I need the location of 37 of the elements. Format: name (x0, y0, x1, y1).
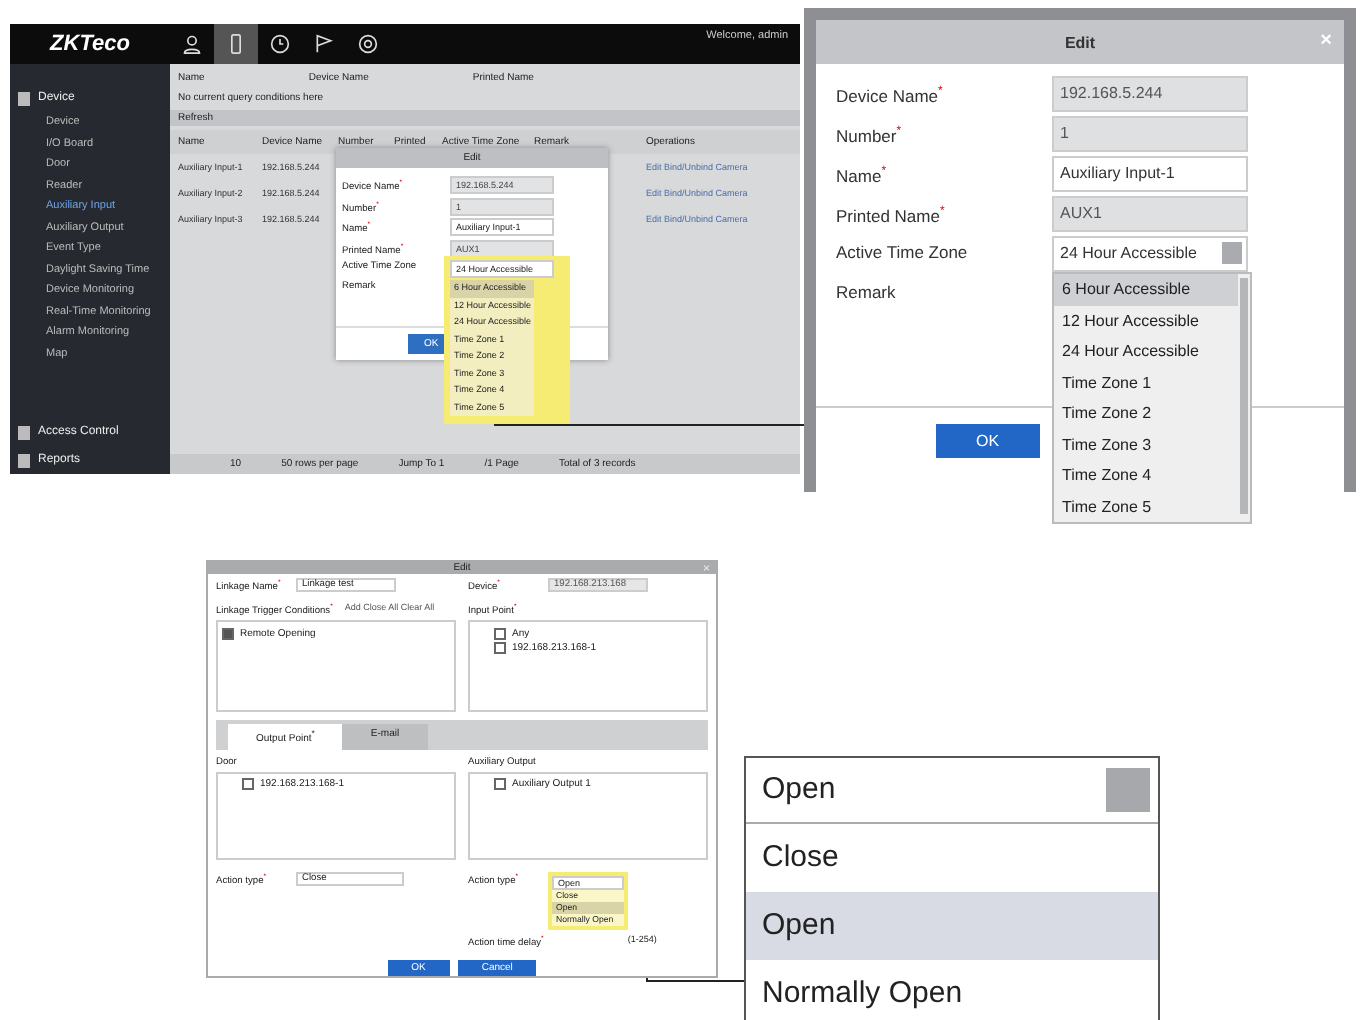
person-icon (182, 34, 202, 54)
field-label: Number$^{*}$ (836, 123, 904, 150)
clock-icon (270, 34, 290, 54)
field-label: Device Name$^{*}$ (836, 83, 945, 110)
field-label: Printed Name$^{*}$ (836, 203, 947, 230)
checkbox[interactable] (242, 778, 254, 791)
checkbox[interactable] (494, 778, 506, 791)
checkbox[interactable] (494, 641, 506, 654)
dropdown-option[interactable]: Time Zone 1 (1054, 367, 1238, 398)
scrollbar[interactable] (1240, 278, 1248, 514)
logo: ZKTeco (47, 30, 132, 60)
checkbox[interactable] (222, 627, 234, 640)
field-label: Remark (836, 280, 898, 306)
dropdown-option[interactable]: Time Zone 5 (1054, 491, 1238, 522)
leader-line (646, 980, 744, 983)
field-label: Active Time Zone (836, 240, 970, 266)
checkbox[interactable] (494, 627, 506, 640)
select-field[interactable]: 24 Hour Accessible (1052, 236, 1248, 272)
dropdown-option[interactable]: 24 Hour Accessible (1054, 336, 1238, 367)
dropdown-option[interactable]: Close (746, 824, 1158, 892)
ok-button[interactable]: OK (936, 424, 1040, 458)
dropdown-option[interactable]: 6 Hour Accessible (1054, 274, 1238, 305)
flag-icon (314, 34, 334, 54)
dropdown-option[interactable]: Open (746, 892, 1158, 960)
dropdown-option[interactable]: Time Zone 2 (1054, 398, 1238, 429)
readonly-field: 192.168.5.244 (1052, 76, 1248, 112)
dropdown-option[interactable]: Time Zone 4 (1054, 460, 1238, 491)
readonly-field: AUX1 (1052, 196, 1248, 232)
select-field[interactable]: Open (746, 758, 1158, 824)
input-field[interactable]: Auxiliary Input-1 (1052, 156, 1248, 192)
device-icon (226, 34, 246, 54)
field-label: Name$^{*}$ (836, 163, 888, 190)
dropdown-option[interactable]: Normally Open (746, 960, 1158, 1020)
dropdown-option[interactable]: 12 Hour Accessible (1054, 305, 1238, 336)
readonly-field: 1 (1052, 116, 1248, 152)
dialog-title: Edit (1064, 33, 1096, 51)
dropdown-option[interactable]: Time Zone 3 (1054, 429, 1238, 460)
